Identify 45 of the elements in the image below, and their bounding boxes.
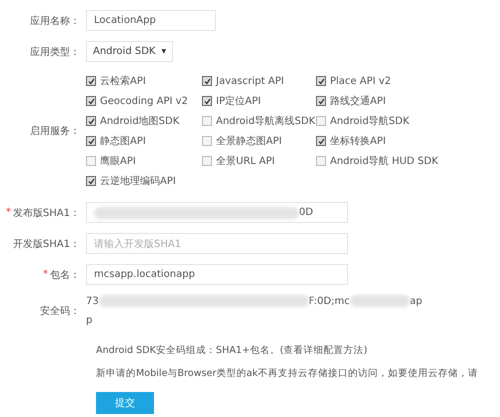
security-code-text: ap xyxy=(410,296,422,306)
redaction-bar xyxy=(350,295,410,307)
service-checkbox[interactable]: Android导航离线SDK xyxy=(202,114,316,128)
check-icon xyxy=(88,78,94,84)
service-checkbox[interactable]: Javascript API xyxy=(202,74,316,88)
service-checkbox[interactable]: 全景URL API xyxy=(202,154,316,168)
required-mark: * xyxy=(6,207,11,218)
check-icon xyxy=(88,118,94,124)
check-icon xyxy=(318,138,324,144)
security-code-text: p xyxy=(86,315,94,326)
field-label: 发布版SHA1： xyxy=(12,206,80,220)
security-code-text: 73 xyxy=(86,296,99,306)
note-text: 新申请的Mobile与Browser类型的ak不再支持云存储接口的访问，如要使用云存储，请 xyxy=(96,367,479,380)
service-checkbox[interactable]: 路线交通API xyxy=(316,94,446,108)
service-checkbox[interactable]: IP定位API xyxy=(202,94,316,108)
check-icon xyxy=(318,98,324,104)
check-icon xyxy=(204,98,210,104)
service-checkbox[interactable]: 云检索API xyxy=(86,74,202,88)
field-label: 启用服务： xyxy=(29,124,81,138)
service-checkbox[interactable]: 全景静态图API xyxy=(202,134,316,148)
required-mark: * xyxy=(43,269,48,280)
field-label: 安全码： xyxy=(39,304,81,318)
field-label: 包名： xyxy=(50,268,80,282)
service-checkbox[interactable]: 静态图API xyxy=(86,134,202,148)
field-label: 应用类型： xyxy=(29,46,81,58)
service-checkbox[interactable]: Geocoding API v2 xyxy=(86,94,202,108)
field-label: 应用名称： xyxy=(29,14,81,28)
service-checkbox[interactable]: 云逆地理编码API xyxy=(86,174,202,188)
check-icon xyxy=(88,138,94,144)
service-checkbox[interactable]: Android地图SDK xyxy=(86,114,202,128)
field-label: 开发版SHA1： xyxy=(12,238,80,250)
check-icon xyxy=(318,78,324,84)
service-checkbox[interactable]: Place API v2 xyxy=(316,74,446,88)
app-name-field[interactable]: LocationApp xyxy=(86,10,216,31)
service-checkbox[interactable]: Android导航SDK xyxy=(316,114,446,128)
note-text: Android SDK安全码组成：SHA1+包名。(查看详细配置方法) xyxy=(96,344,368,357)
service-checkbox[interactable]: 鹰眼API xyxy=(86,154,202,168)
check-icon xyxy=(88,98,94,104)
security-code-text: F:0D;mc xyxy=(308,296,350,306)
text-field[interactable]: mcsapp.locationapp xyxy=(86,264,348,285)
service-checkbox[interactable]: 坐标转换API xyxy=(316,134,446,148)
text-field[interactable]: 0D xyxy=(86,202,348,223)
check-icon xyxy=(204,78,210,84)
check-icon xyxy=(88,178,94,184)
service-checkbox[interactable]: Android导航 HUD SDK xyxy=(316,154,446,168)
